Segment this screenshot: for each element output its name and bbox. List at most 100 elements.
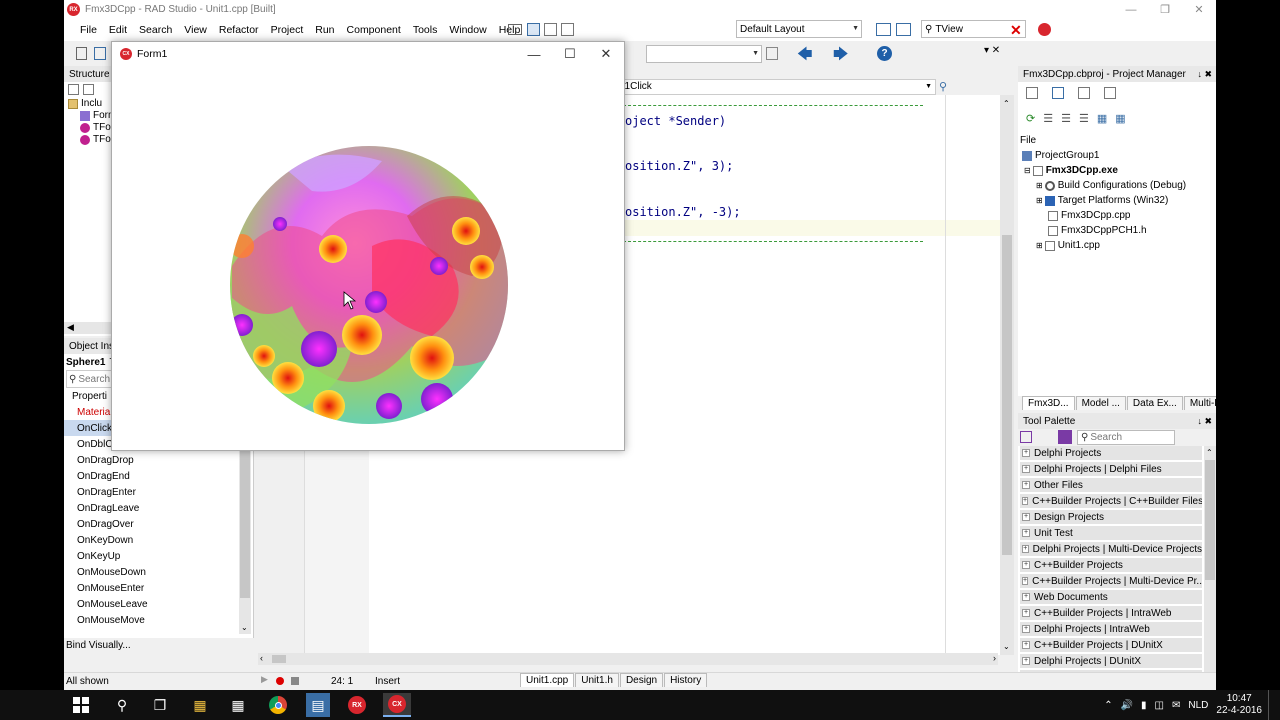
maximize-button[interactable]: ❐	[1148, 0, 1182, 19]
view-icon[interactable]	[1104, 87, 1116, 99]
menu-refactor[interactable]: Refactor	[213, 24, 265, 36]
tree-build-configurations[interactable]: ⊞ Build Configurations (Debug)	[1036, 180, 1186, 191]
close-button[interactable]: ✕	[1182, 0, 1216, 19]
expand-toggle-icon[interactable]: +	[1022, 561, 1030, 569]
collapse-toggle-icon[interactable]: ⊟	[1024, 166, 1031, 175]
cx-app-taskbar-icon[interactable]: CX	[383, 693, 411, 717]
palette-search-input[interactable]: ⚲ Search	[1077, 430, 1175, 445]
menu-search[interactable]: Search	[133, 24, 178, 36]
file-explorer-icon[interactable]: ▦	[188, 693, 212, 717]
mail-icon[interactable]	[508, 24, 522, 35]
tab-design[interactable]: Design	[619, 673, 664, 687]
save-app-icon[interactable]: ▤	[306, 693, 330, 717]
property-row[interactable]: OnDragDrop	[64, 452, 253, 468]
clipboard-icon[interactable]	[766, 47, 778, 60]
sync-icon[interactable]: ⟳	[1026, 112, 1035, 125]
clock[interactable]: 10:47 22-4-2016	[1216, 693, 1262, 717]
save-layout-icon[interactable]	[876, 23, 891, 36]
expand-toggle-icon[interactable]: +	[1022, 545, 1029, 553]
open-icon[interactable]	[94, 47, 106, 60]
task-view-icon[interactable]: ❐	[148, 693, 172, 717]
menu-file[interactable]: File	[74, 24, 103, 36]
project-options-icon[interactable]	[1026, 87, 1038, 99]
form1-maximize-button[interactable]: ☐	[552, 42, 588, 66]
sphere-viewport[interactable]	[112, 66, 624, 450]
expand-icon[interactable]: ☰	[1043, 112, 1053, 125]
editor-scroll-thumb[interactable]	[1002, 235, 1012, 555]
stop-icon[interactable]	[291, 677, 299, 685]
network-icon[interactable]: ◫	[1155, 700, 1164, 711]
add-icon[interactable]	[1052, 87, 1064, 99]
palette-category[interactable]: + C++Builder Projects | C++Builder Files	[1020, 494, 1202, 509]
oi-scroll-thumb[interactable]	[240, 448, 250, 598]
new-file-icon[interactable]	[76, 47, 87, 60]
windows-start-icon[interactable]	[69, 693, 93, 717]
collapse-icon[interactable]: ☰	[1061, 112, 1071, 125]
palette-vscroll[interactable]: ⌃ ⌄	[1204, 446, 1216, 690]
palette-category[interactable]: + C++Builder Projects	[1020, 558, 1202, 573]
toolbar-combo[interactable]: ▼	[646, 45, 762, 63]
tab-history[interactable]: History	[664, 673, 708, 687]
palette-category[interactable]: + Delphi Projects | IntraWeb	[1020, 622, 1202, 637]
chrome-icon[interactable]	[266, 693, 290, 717]
forward-arrow-icon[interactable]: 🡆	[833, 44, 849, 69]
folder-icon[interactable]	[1078, 87, 1090, 99]
show-desktop-button[interactable]	[1268, 690, 1272, 720]
property-row[interactable]: OnKeyDown	[64, 532, 253, 548]
tab-model[interactable]: Model ...	[1075, 396, 1126, 410]
list-icon[interactable]: ☰	[1079, 112, 1089, 125]
palette-category[interactable]: + Design Projects	[1020, 510, 1202, 525]
filter-icon[interactable]	[83, 84, 94, 95]
menu-edit[interactable]: Edit	[103, 24, 133, 36]
battery-icon[interactable]: ▮	[1141, 700, 1147, 711]
editor-close-icon[interactable]: ▾ ✕	[984, 45, 1000, 56]
property-row[interactable]: OnMouseDown	[64, 564, 253, 580]
property-row[interactable]: OnDragOver	[64, 516, 253, 532]
palette-category[interactable]: + Unit Test	[1020, 526, 1202, 541]
expand-toggle-icon[interactable]: +	[1022, 481, 1030, 489]
palette-category[interactable]: + Delphi Projects	[1020, 446, 1202, 461]
form1-minimize-button[interactable]: —	[516, 42, 552, 66]
property-row[interactable]: OnMouseMove	[64, 612, 253, 628]
expand-toggle-icon[interactable]: +	[1022, 657, 1030, 665]
expand-toggle-icon[interactable]: +	[1022, 609, 1030, 617]
palette-category[interactable]: + C++Builder Projects | IntraWeb	[1020, 606, 1202, 621]
expand-toggle-icon[interactable]: ⊞	[1036, 181, 1043, 190]
tab-fmx3d[interactable]: Fmx3D...	[1022, 396, 1075, 410]
scroll-down-icon[interactable]: ⌄	[241, 623, 248, 632]
search-icon[interactable]: ⚲	[939, 80, 953, 94]
menu-tools[interactable]: Tools	[407, 24, 444, 36]
categories-icon[interactable]	[1020, 431, 1032, 443]
menu-run[interactable]: Run	[309, 24, 340, 36]
property-row[interactable]: OnMouseEnter	[64, 580, 253, 596]
help-icon[interactable]: ?	[877, 46, 892, 61]
sort-icon[interactable]	[68, 84, 79, 95]
language-indicator[interactable]: NLD	[1188, 700, 1208, 711]
tree-file[interactable]: Fmx3DCpp.cpp	[1048, 210, 1130, 221]
platform-icon[interactable]: ▦	[1115, 112, 1125, 125]
play-icon[interactable]: ▶	[261, 674, 268, 685]
message-icon[interactable]: ✉	[1172, 700, 1180, 711]
structure-item[interactable]: TFo	[80, 122, 111, 133]
pin-close-icon[interactable]: ↓ ✖	[1197, 69, 1212, 80]
textured-sphere[interactable]	[230, 146, 525, 424]
tab-unit1-cpp[interactable]: Unit1.cpp	[520, 673, 575, 687]
layout-settings-icon[interactable]	[896, 23, 911, 36]
tab-data-explorer[interactable]: Data Ex...	[1126, 396, 1183, 410]
editor-vscroll[interactable]: ⌃ ⌄	[1000, 95, 1014, 655]
palette-category[interactable]: + Delphi Projects | Delphi Files	[1020, 462, 1202, 477]
minimize-button[interactable]: —	[1114, 0, 1148, 19]
palette-category[interactable]: + C++Builder Projects | Multi-Device Pr..…	[1020, 574, 1202, 589]
palette-category[interactable]: + Delphi Projects | Multi-Device Projects	[1020, 542, 1202, 557]
expand-toggle-icon[interactable]: ⊞	[1036, 196, 1043, 205]
expand-toggle-icon[interactable]: +	[1022, 593, 1030, 601]
menu-window[interactable]: Window	[443, 24, 492, 36]
search-icon[interactable]: ⚲	[110, 693, 134, 717]
tree-project-group[interactable]: ProjectGroup1	[1022, 150, 1099, 161]
form1-close-button[interactable]: ✕	[588, 42, 624, 66]
network-icon[interactable]	[544, 23, 557, 36]
palette-category[interactable]: + Web Documents	[1020, 590, 1202, 605]
tab-multi-device[interactable]: Multi-D...	[1183, 396, 1216, 410]
rad-studio-taskbar-icon[interactable]: RX	[345, 693, 369, 717]
record-icon[interactable]	[276, 677, 284, 685]
